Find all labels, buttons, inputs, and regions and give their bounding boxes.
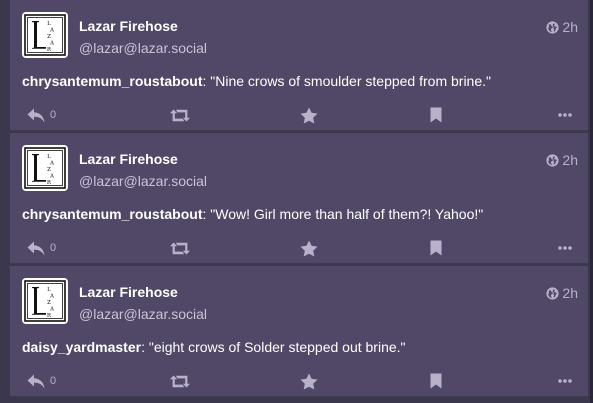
status-content-author[interactable]: chrysantemum_roustabout [22, 206, 202, 222]
reply-icon [27, 374, 45, 388]
boost-button[interactable] [170, 103, 190, 127]
status-time-label: 2h [562, 285, 578, 301]
more-icon [558, 113, 572, 117]
status-card[interactable]: L A Z A R Lazar Firehose @lazar@lazar.so… [10, 266, 588, 397]
globe-icon [546, 153, 560, 167]
star-icon [300, 107, 318, 123]
display-name[interactable]: Lazar Firehose [79, 284, 178, 300]
svg-text:L: L [47, 287, 51, 293]
status-time-label: 2h [562, 152, 578, 168]
globe-icon [546, 20, 560, 34]
boost-button[interactable] [170, 236, 190, 260]
avatar[interactable]: L A Z A R [22, 145, 68, 191]
svg-text:Z: Z [47, 34, 51, 40]
status-content-text: : "Wow! Girl more than half of them?! Ya… [202, 206, 484, 222]
bookmark-button[interactable] [430, 369, 442, 393]
avatar-logo-image: L A Z A R [24, 147, 66, 189]
globe-icon [546, 286, 560, 300]
status-time[interactable]: 2h [546, 152, 578, 168]
status-content: daisy_yardmaster: "eight crows of Solder… [22, 339, 406, 355]
boost-icon [170, 375, 190, 387]
favourite-button[interactable] [300, 369, 318, 393]
svg-text:Z: Z [47, 300, 51, 306]
status-time-label: 2h [562, 19, 578, 35]
status-time[interactable]: 2h [546, 285, 578, 301]
status-content: chrysantemum_roustabout: "Wow! Girl more… [22, 206, 483, 222]
svg-text:Z: Z [47, 167, 51, 173]
status-card[interactable]: L A Z A R Lazar Firehose @lazar@lazar.so… [10, 133, 588, 264]
account-handle[interactable]: @lazar@lazar.social [79, 173, 207, 189]
status-content: chrysantemum_roustabout: "Nine crows of … [22, 73, 491, 89]
boost-button[interactable] [170, 369, 190, 393]
more-icon [558, 246, 572, 250]
favourite-button[interactable] [300, 236, 318, 260]
reply-button[interactable]: 0 [27, 369, 56, 393]
avatar[interactable]: L A Z A R [22, 12, 68, 58]
avatar[interactable]: L A Z A R [22, 278, 68, 324]
status-content-author[interactable]: daisy_yardmaster [22, 339, 141, 355]
bookmark-icon [430, 240, 442, 256]
bookmark-icon [430, 373, 442, 389]
more-options-button[interactable] [558, 103, 572, 127]
status-action-bar: 0 [10, 236, 588, 260]
reply-icon [27, 108, 45, 122]
status-action-bar: 0 [10, 369, 588, 393]
bookmark-icon [430, 107, 442, 123]
more-icon [558, 379, 572, 383]
status-action-bar: 0 [10, 103, 588, 127]
boost-icon [170, 242, 190, 254]
boost-icon [170, 109, 190, 121]
status-time[interactable]: 2h [546, 19, 578, 35]
reply-icon [27, 241, 45, 255]
account-handle[interactable]: @lazar@lazar.social [79, 40, 207, 56]
display-name[interactable]: Lazar Firehose [79, 151, 178, 167]
reply-button[interactable]: 0 [27, 236, 56, 260]
status-card[interactable]: L A Z A R Lazar Firehose @lazar@lazar.so… [10, 0, 588, 131]
more-options-button[interactable] [558, 236, 572, 260]
reply-count: 0 [50, 242, 57, 254]
status-content-author[interactable]: chrysantemum_roustabout [22, 73, 202, 89]
status-content-text: : "Nine crows of smoulder stepped from b… [202, 73, 491, 89]
account-handle[interactable]: @lazar@lazar.social [79, 306, 207, 322]
avatar-logo-image: L A Z A R [24, 14, 66, 56]
status-content-text: : "eight crows of Solder stepped out bri… [141, 339, 406, 355]
star-icon [300, 373, 318, 389]
bookmark-button[interactable] [430, 236, 442, 260]
reply-count: 0 [50, 109, 57, 121]
svg-text:L: L [47, 21, 51, 27]
avatar-logo-image: L A Z A R [24, 280, 66, 322]
star-icon [300, 240, 318, 256]
reply-count: 0 [50, 375, 57, 387]
display-name[interactable]: Lazar Firehose [79, 18, 178, 34]
svg-text:L: L [47, 154, 51, 160]
favourite-button[interactable] [300, 103, 318, 127]
timeline-feed: L A Z A R Lazar Firehose @lazar@lazar.so… [0, 0, 593, 403]
more-options-button[interactable] [558, 369, 572, 393]
bookmark-button[interactable] [430, 103, 442, 127]
reply-button[interactable]: 0 [27, 103, 56, 127]
